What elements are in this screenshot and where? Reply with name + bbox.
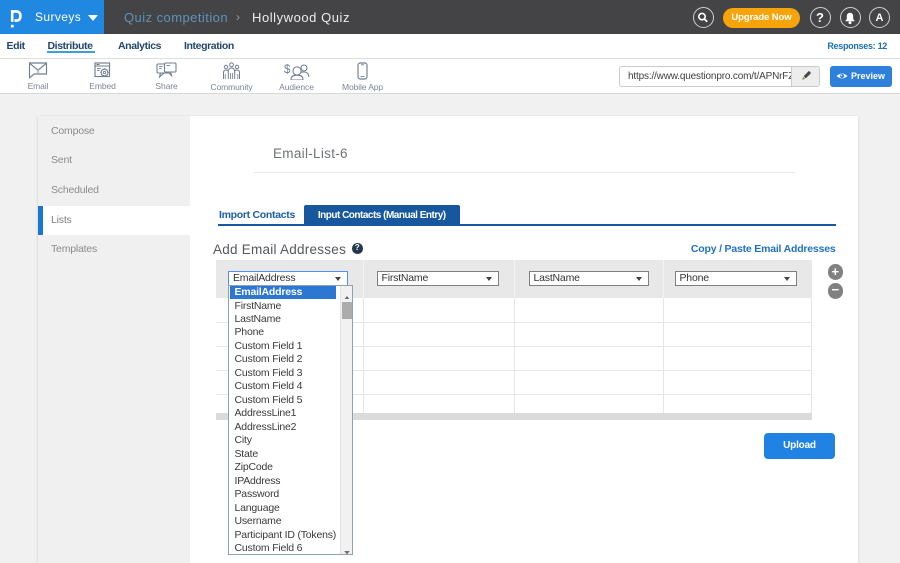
svg-text:$: $: [284, 64, 291, 76]
